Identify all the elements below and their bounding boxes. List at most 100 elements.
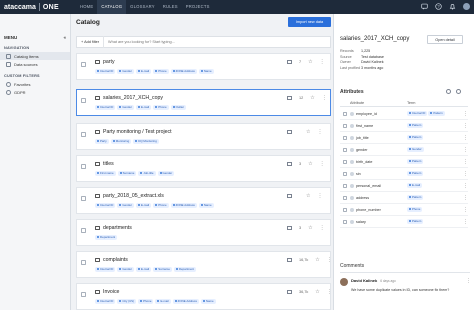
term-tag[interactable]: E-mail xyxy=(136,267,152,272)
catalog-item-selected[interactable]: salaries_2017_XCH_copy Internal ID Gende… xyxy=(76,89,331,116)
catalog-item[interactable]: Party monitoring / Test project Party Mo… xyxy=(76,123,331,150)
checkbox[interactable] xyxy=(81,62,86,67)
more-icon[interactable]: ⋮ xyxy=(458,183,468,189)
checkbox[interactable] xyxy=(343,111,347,116)
term-tag[interactable]: Pattern xyxy=(407,159,424,164)
term-tag[interactable]: Phone xyxy=(153,203,169,208)
catalog-item[interactable]: departments Department 3 ☆ ⋮ xyxy=(76,219,331,246)
search-icon[interactable] xyxy=(446,89,451,94)
column-header-term[interactable]: Term xyxy=(407,99,415,106)
nav-glossary[interactable]: GLOSSARY xyxy=(126,0,159,14)
term-tag[interactable]: Outlier xyxy=(170,105,187,110)
more-icon[interactable]: ⋮ xyxy=(458,147,468,153)
checkbox[interactable] xyxy=(343,207,347,212)
term-tag[interactable]: E-mail xyxy=(155,299,171,304)
attribute-row[interactable]: phone_number Phone ⋮ xyxy=(340,204,468,216)
term-tag[interactable]: E-mail xyxy=(407,183,423,188)
collapse-menu-icon[interactable]: « xyxy=(63,35,66,40)
sidebar-item-data-sources[interactable]: Data sources xyxy=(0,60,70,68)
term-tag[interactable]: E-mail xyxy=(136,105,152,110)
term-tag[interactable]: Surname xyxy=(117,171,137,176)
term-tag[interactable]: Internal ID xyxy=(95,69,116,74)
star-icon[interactable]: ☆ xyxy=(310,95,314,101)
more-icon[interactable]: ⋮ xyxy=(322,95,327,101)
checkbox[interactable] xyxy=(343,147,347,152)
term-tag[interactable]: Pattern xyxy=(407,123,424,128)
attribute-row[interactable]: personal_email E-mail ⋮ xyxy=(340,180,468,192)
more-icon[interactable]: ⋮ xyxy=(458,207,468,213)
checkbox[interactable] xyxy=(343,135,347,140)
term-tag[interactable]: E-mail xyxy=(136,203,152,208)
notifications-icon[interactable] xyxy=(449,3,456,10)
nav-projects[interactable]: PROJECTS xyxy=(182,0,214,14)
checkbox[interactable] xyxy=(343,183,347,188)
term-tag[interactable]: Surname xyxy=(153,267,172,272)
checkbox[interactable] xyxy=(343,171,347,176)
checkbox[interactable] xyxy=(81,196,86,201)
term-tag[interactable]: Internal ID xyxy=(95,267,116,272)
brand-logo[interactable]: ataccama ONE xyxy=(0,0,59,14)
term-tag[interactable]: Pattern xyxy=(407,135,424,140)
catalog-item[interactable]: titles First name Surname Job-title Gend… xyxy=(76,155,331,182)
catalog-item[interactable]: party Internal ID Gender E-mail Phone ZO… xyxy=(76,53,331,80)
star-icon[interactable]: ☆ xyxy=(306,193,310,199)
checkbox[interactable] xyxy=(81,132,86,137)
open-detail-button[interactable]: Open detail xyxy=(427,35,463,44)
catalog-item[interactable]: party_2018_05_extract.xls Internal ID Ge… xyxy=(76,187,331,214)
attribute-row[interactable]: salary Pattern ⋮ xyxy=(340,216,468,228)
user-avatar[interactable] xyxy=(463,3,470,10)
term-tag[interactable]: Phone xyxy=(153,69,169,74)
term-tag[interactable]: Gender xyxy=(117,267,134,272)
import-button[interactable]: Import new data xyxy=(288,17,331,27)
sidebar-item-favorites[interactable]: Favorites xyxy=(0,80,70,88)
more-icon[interactable]: ⋮ xyxy=(327,289,332,295)
nav-rules[interactable]: RULES xyxy=(159,0,182,14)
checkbox[interactable] xyxy=(343,195,347,200)
more-icon[interactable]: ⋮ xyxy=(458,171,468,177)
checkbox[interactable] xyxy=(343,219,347,224)
term-tag[interactable]: DQ Monitoring xyxy=(133,139,159,144)
term-tag[interactable]: Internal ID xyxy=(95,105,116,110)
term-tag[interactable]: Pattern xyxy=(428,111,445,116)
star-icon[interactable]: ☆ xyxy=(306,129,310,135)
checkbox[interactable] xyxy=(81,164,86,169)
attribute-row[interactable]: sin Pattern ⋮ xyxy=(340,168,468,180)
star-icon[interactable]: ☆ xyxy=(308,161,312,167)
term-tag[interactable]: Department xyxy=(95,235,118,240)
more-icon[interactable]: ⋮ xyxy=(317,129,322,135)
search-input[interactable] xyxy=(104,40,330,44)
term-tag[interactable]: Pattern xyxy=(407,195,424,200)
term-tag[interactable]: First name xyxy=(95,171,116,176)
term-tag[interactable]: ZONE Address xyxy=(172,299,199,304)
term-tag[interactable]: City (US) xyxy=(117,299,137,304)
term-tag[interactable]: Phone xyxy=(153,105,169,110)
checkbox[interactable] xyxy=(343,123,347,128)
term-tag[interactable]: Gender xyxy=(117,105,134,110)
term-tag[interactable]: Name xyxy=(198,69,214,74)
sidebar-item-catalog-items[interactable]: Catalog Items xyxy=(0,52,70,60)
term-tag[interactable]: Monitoring xyxy=(110,139,132,144)
sidebar-item-gdpr[interactable]: GDPR xyxy=(0,88,70,96)
more-icon[interactable]: ⋮ xyxy=(458,111,468,117)
nav-catalog[interactable]: CATALOG xyxy=(97,0,127,14)
attribute-row[interactable]: address Pattern ⋮ xyxy=(340,192,468,204)
attribute-row[interactable]: gender Gender ⋮ xyxy=(340,144,468,156)
checkbox[interactable] xyxy=(81,260,86,265)
term-tag[interactable]: Phone xyxy=(407,207,423,212)
catalog-item[interactable]: complaints Internal ID Gender E-mail Sur… xyxy=(76,251,332,278)
term-tag[interactable]: Internal ID xyxy=(95,299,116,304)
term-tag[interactable]: Pattern xyxy=(407,219,424,224)
more-icon[interactable]: ⋮ xyxy=(458,135,468,141)
add-filter-button[interactable]: + Add filter xyxy=(77,36,105,48)
term-tag[interactable]: Internal ID xyxy=(407,111,428,116)
attribute-row[interactable]: birth_date Pattern ⋮ xyxy=(340,156,468,168)
more-icon[interactable]: ⋮ xyxy=(458,123,468,129)
attribute-row[interactable]: employee_id Internal ID Pattern ⋮ xyxy=(340,108,468,120)
star-icon[interactable]: ☆ xyxy=(308,225,312,231)
more-icon[interactable]: ⋮ xyxy=(458,159,468,165)
checkbox[interactable] xyxy=(81,228,86,233)
term-tag[interactable]: Gender xyxy=(407,147,424,152)
term-tag[interactable]: Gender xyxy=(157,171,175,176)
term-tag[interactable]: Name xyxy=(200,299,216,304)
more-icon[interactable]: ⋮ xyxy=(320,59,325,65)
